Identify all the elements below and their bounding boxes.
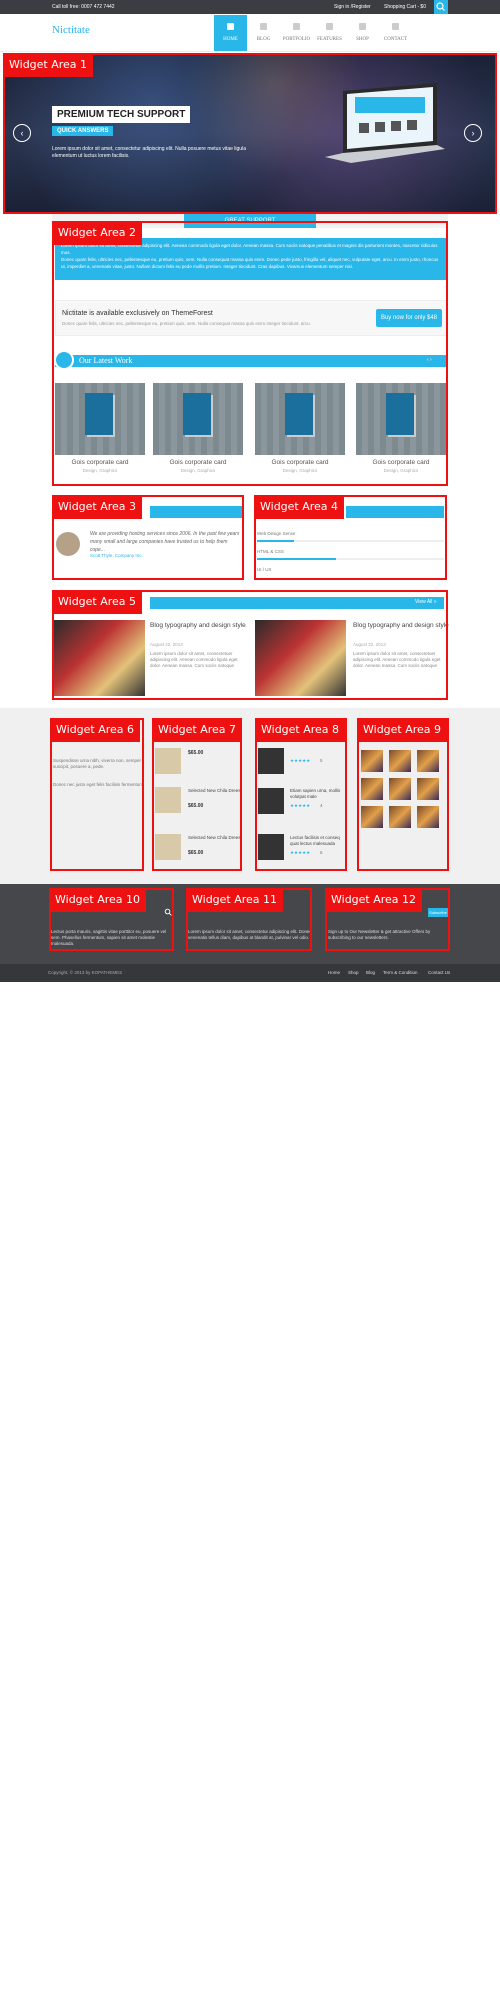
- widget-area-9-label: Widget Area 9: [357, 718, 448, 742]
- widget-area-1-outline: [3, 53, 497, 214]
- pencil-icon: [260, 23, 267, 30]
- widget-area-7-label: Widget Area 7: [152, 718, 243, 742]
- site-header: Nictitate HOME BLOG PORTFOLIO FEATURES S…: [0, 14, 500, 52]
- footer-link-contact[interactable]: Contact Us: [428, 970, 450, 975]
- nav-portfolio[interactable]: PORTFOLIO: [280, 15, 313, 51]
- search-button[interactable]: [434, 0, 448, 14]
- footer-link-shop[interactable]: Shop: [348, 970, 359, 975]
- nav-home-label: HOME: [223, 37, 238, 42]
- widget-area-2-label: Widget Area 2: [52, 221, 143, 245]
- search-icon: [436, 2, 445, 11]
- sign-in-link[interactable]: Sign in /Register: [334, 4, 371, 10]
- main-nav: HOME BLOG PORTFOLIO FEATURES SHOP CONTAC…: [214, 15, 412, 51]
- copyright-text: Copyright, © 2013 by KOPATHEMES: [48, 970, 123, 975]
- nav-contact-label: CONTACT: [383, 37, 408, 42]
- widget-area-11-label: Widget Area 11: [186, 888, 284, 912]
- widget-area-4-label: Widget Area 4: [254, 495, 345, 519]
- widget-area-2-outline: [52, 221, 448, 486]
- widget-area-5-label: Widget Area 5: [52, 590, 143, 614]
- top-bar: Call toll free: 0007 472 7442 Sign in /R…: [0, 0, 500, 14]
- nav-shop[interactable]: SHOP: [346, 15, 379, 51]
- footer-link-home[interactable]: Home: [328, 970, 340, 975]
- star-icon: [326, 23, 333, 30]
- widget-area-1-label: Widget Area 1: [3, 53, 94, 77]
- nav-portfolio-label: PORTFOLIO: [282, 37, 311, 42]
- nav-features-label: FEATURES: [317, 37, 342, 42]
- camera-icon: [293, 23, 300, 30]
- toll-free-text: Call toll free: 0007 472 7442: [52, 4, 115, 10]
- widget-area-3-label: Widget Area 3: [52, 495, 143, 519]
- site-logo[interactable]: Nictitate: [52, 24, 90, 36]
- footer-link-blog[interactable]: Blog: [366, 970, 375, 975]
- nav-contact[interactable]: CONTACT: [379, 15, 412, 51]
- footer-link-terms[interactable]: Term & Condition: [383, 970, 418, 975]
- home-icon: [227, 23, 234, 30]
- bag-icon: [359, 23, 366, 30]
- nav-shop-label: SHOP: [356, 37, 369, 42]
- widget-area-12-label: Widget Area 12: [325, 888, 423, 912]
- widget-area-10-label: Widget Area 10: [49, 888, 147, 912]
- nav-home[interactable]: HOME: [214, 15, 247, 51]
- widget-area-6-label: Widget Area 6: [50, 718, 141, 742]
- mail-icon: [392, 23, 399, 30]
- nav-blog[interactable]: BLOG: [247, 15, 280, 51]
- nav-blog-label: BLOG: [256, 37, 271, 42]
- nav-features[interactable]: FEATURES: [313, 15, 346, 51]
- shopping-cart-link[interactable]: Shopping Cart - $0: [384, 4, 426, 10]
- widget-area-8-label: Widget Area 8: [255, 718, 346, 742]
